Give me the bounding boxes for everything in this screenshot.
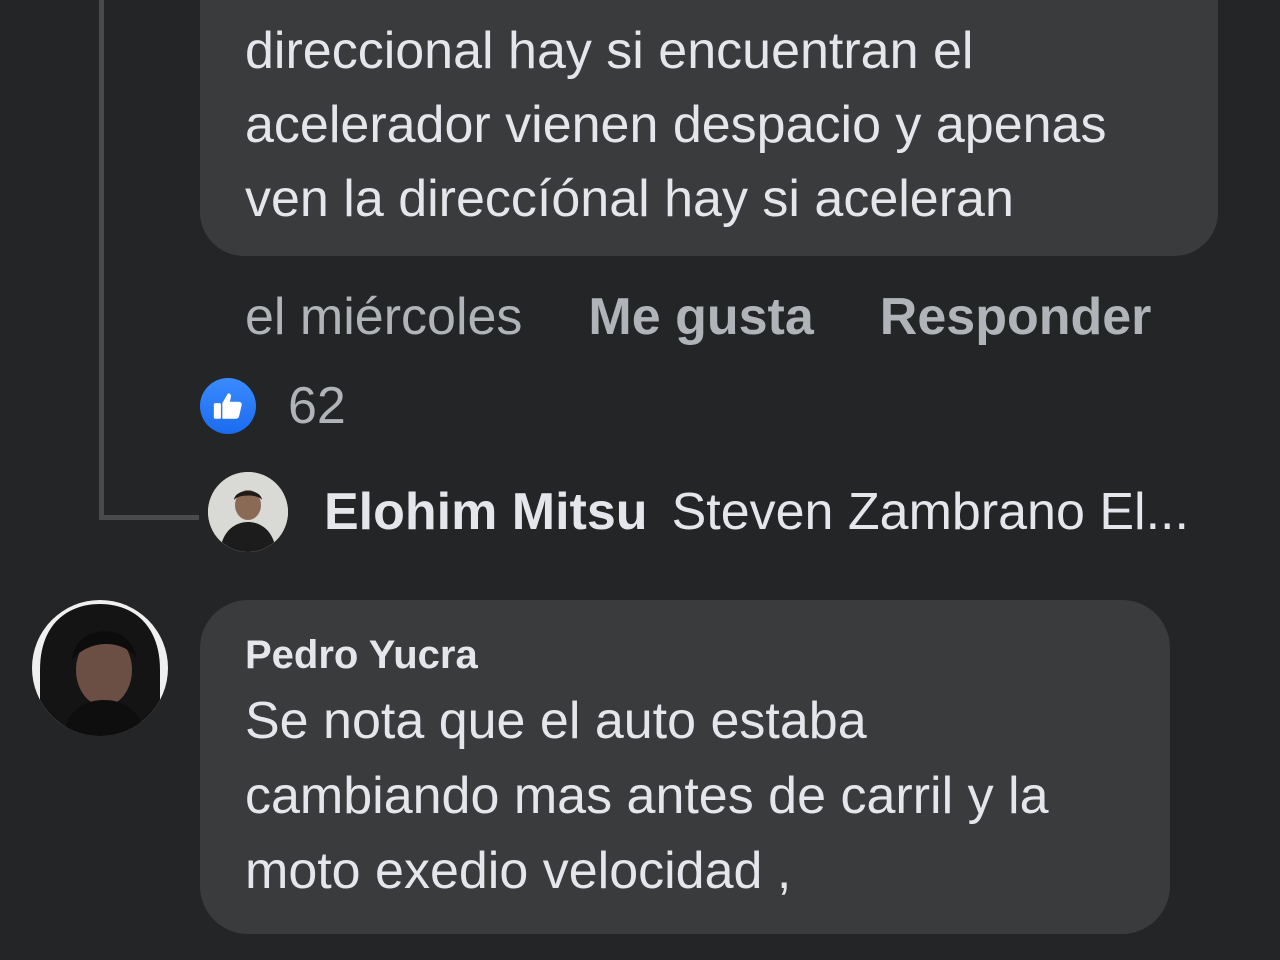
reply-snippet: Steven Zambrano El... (671, 483, 1189, 541)
reaction-summary[interactable]: 62 (200, 376, 346, 436)
reply-author-name[interactable]: Elohim Mitsu (324, 482, 648, 542)
comment-timestamp[interactable]: el miércoles (245, 287, 522, 347)
avatar[interactable] (32, 600, 168, 736)
comments-thread: direccional hay si encuentran el acelera… (0, 0, 1280, 960)
view-replies-row[interactable]: Elohim Mitsu Steven Zambrano El... (208, 470, 1189, 554)
thumbs-up-icon (200, 378, 256, 434)
thread-connector-line (99, 0, 104, 520)
comment-author-name[interactable]: Pedro Yucra (245, 628, 478, 682)
comment-text: Se nota que el auto estaba cambiando mas… (245, 692, 1049, 900)
comment-text: direccional hay si encuentran el acelera… (245, 22, 1107, 228)
comment-actions: el miércoles Me gusta Responder (245, 282, 1151, 352)
thread-connector-branch (99, 515, 199, 520)
avatar[interactable] (208, 472, 288, 552)
like-button[interactable]: Me gusta (588, 287, 813, 347)
reaction-count: 62 (288, 377, 346, 435)
reply-button[interactable]: Responder (880, 287, 1152, 347)
